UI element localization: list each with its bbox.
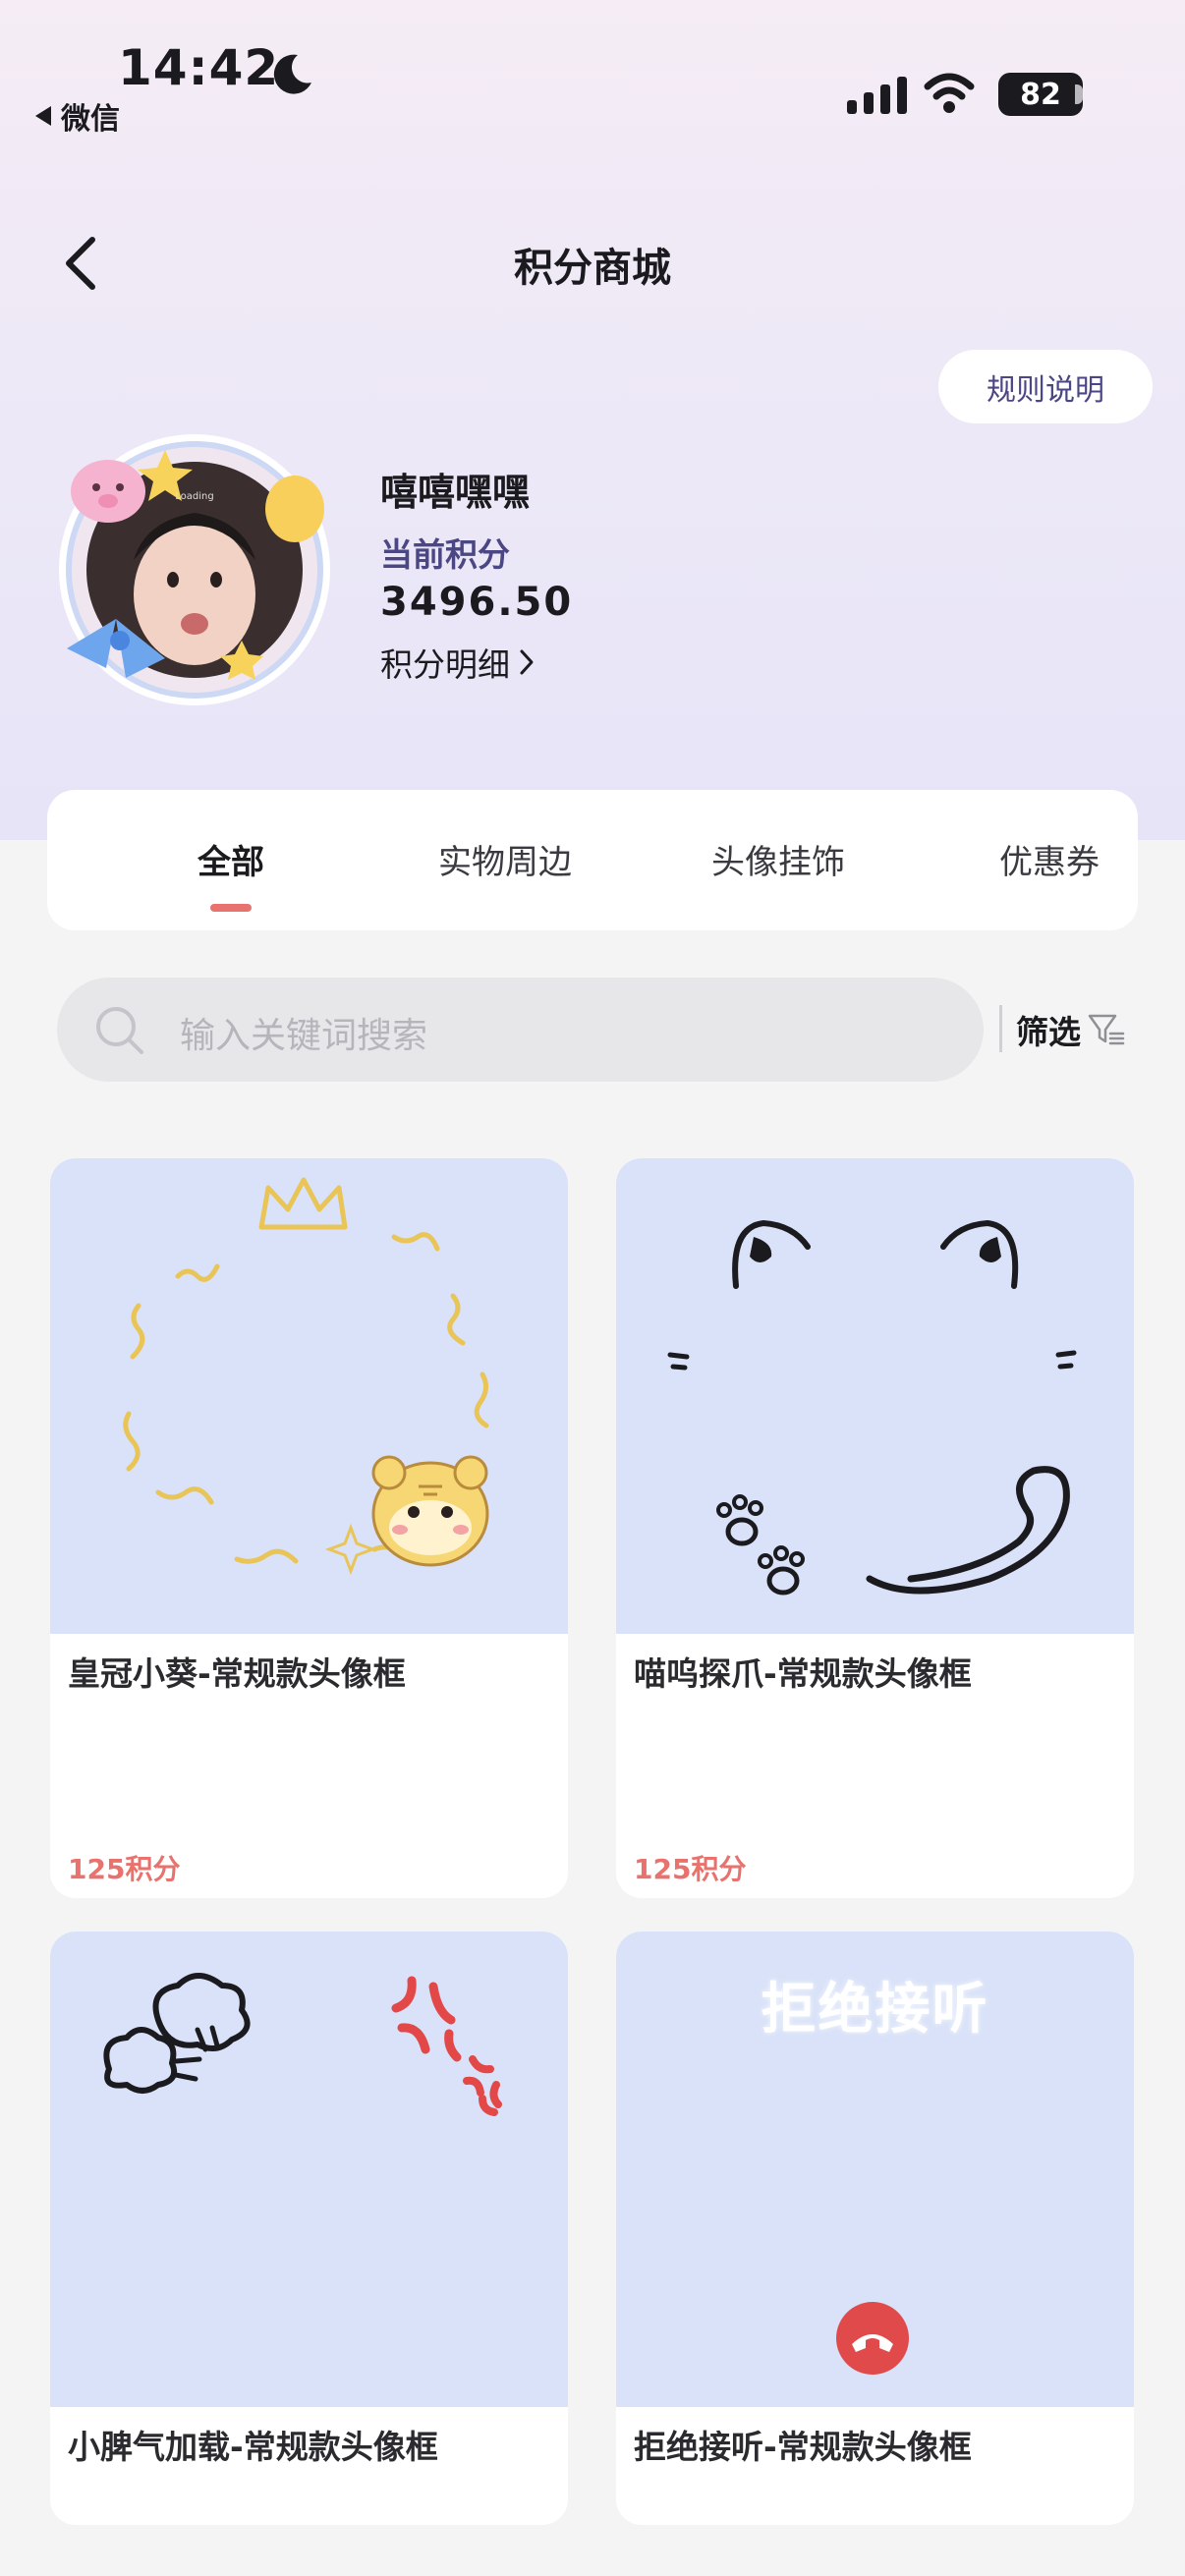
- product-card[interactable]: 喵呜探爪-常规款头像框 125积分: [616, 1158, 1134, 1898]
- product-title: 皇冠小葵-常规款头像框: [68, 1654, 406, 1693]
- back-to-app[interactable]: 微信: [35, 94, 120, 138]
- chevron-right-icon: [520, 649, 534, 675]
- status-bar: 14:42 微信 82: [0, 0, 1185, 147]
- rules-button[interactable]: 规则说明: [938, 350, 1153, 423]
- angry-puff-frame-icon: [103, 1973, 502, 2116]
- product-card[interactable]: 拒绝接听 拒绝接听-常规款头像框: [616, 1932, 1134, 2525]
- tab-indicator: [210, 904, 252, 912]
- points-label: 当前积分: [380, 535, 510, 574]
- profile-name: 嘻嘻嘿嘿: [380, 471, 531, 514]
- filter-button[interactable]: 筛选: [1016, 1006, 1126, 1053]
- filter-icon: [1088, 1014, 1125, 1045]
- tab-coupons[interactable]: 优惠券: [951, 835, 1148, 883]
- product-image: 拒绝接听: [616, 1932, 1134, 2407]
- product-price: 125积分: [634, 1853, 747, 1885]
- cat-paw-frame-icon: [667, 1219, 1077, 1596]
- product-card[interactable]: 皇冠小葵-常规款头像框 125积分: [50, 1158, 568, 1898]
- back-app-label: 微信: [61, 102, 120, 137]
- status-time: 14:42: [118, 39, 280, 96]
- product-image: [616, 1158, 1134, 1634]
- product-title: 拒绝接听-常规款头像框: [634, 2428, 972, 2466]
- points-detail-link[interactable]: 积分明细: [380, 639, 536, 686]
- search-icon: [96, 1007, 143, 1054]
- avatar[interactable]: Loading: [47, 422, 342, 717]
- moon-icon: [273, 54, 311, 94]
- back-triangle-icon: [35, 106, 51, 126]
- product-image: [50, 1158, 568, 1634]
- tab-all[interactable]: 全部: [133, 835, 329, 883]
- category-tabs: 全部 实物周边 头像挂饰 优惠券: [47, 790, 1138, 930]
- signal-icon: [847, 77, 907, 114]
- page-title: 积分商城: [514, 246, 671, 291]
- search-placeholder: 输入关键词搜索: [180, 1016, 428, 1056]
- points-value: 3496.50: [380, 580, 574, 625]
- battery-tip: [1075, 84, 1083, 104]
- svg-text:Loading: Loading: [175, 491, 213, 502]
- product-title: 小脾气加载-常规款头像框: [68, 2428, 438, 2466]
- product-price: 125积分: [68, 1853, 181, 1885]
- crown-frame-icon: [123, 1177, 489, 1576]
- product-card[interactable]: 小脾气加载-常规款头像框: [50, 1932, 568, 2525]
- search-input[interactable]: 输入关键词搜索: [57, 978, 984, 1082]
- product-title: 喵呜探爪-常规款头像框: [634, 1654, 972, 1693]
- points-detail-label: 积分明细: [380, 645, 510, 684]
- product-image: [50, 1932, 568, 2407]
- filter-label: 筛选: [1016, 1013, 1081, 1051]
- tab-avatar-frames[interactable]: 头像挂饰: [680, 835, 876, 883]
- wifi-icon: [924, 73, 975, 113]
- decline-call-icon: [836, 2302, 909, 2375]
- search-divider: [999, 1005, 1002, 1052]
- battery-icon: 82: [998, 73, 1083, 116]
- tab-physical-merch[interactable]: 实物周边: [407, 835, 603, 883]
